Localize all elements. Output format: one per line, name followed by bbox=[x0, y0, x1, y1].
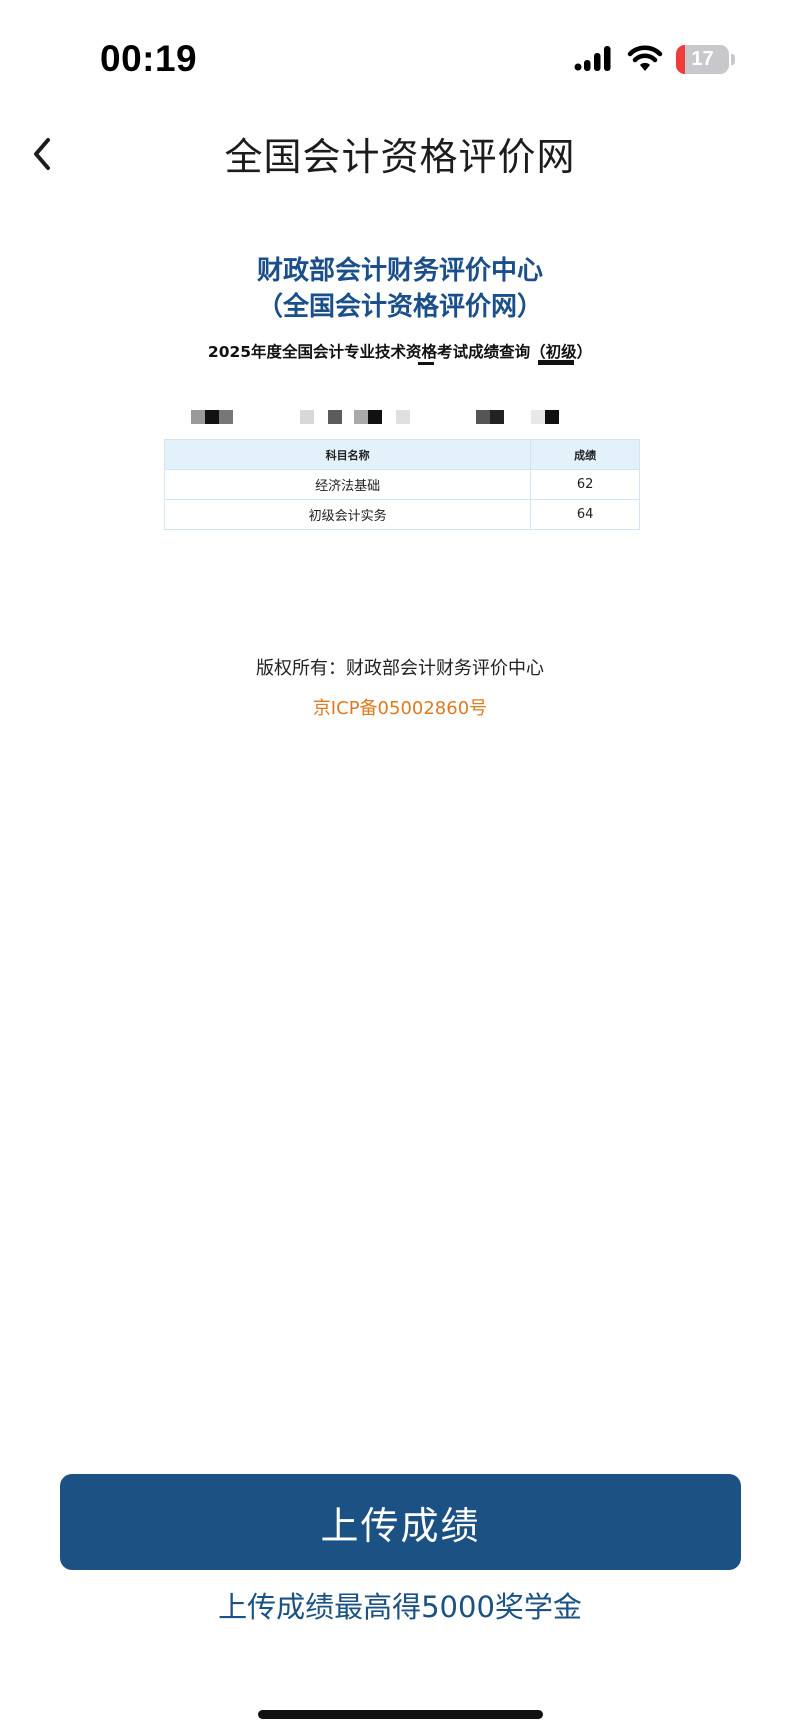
obscured-block bbox=[368, 410, 382, 424]
obscured-block bbox=[300, 410, 314, 424]
subject-cell: 经济法基础 bbox=[163, 469, 532, 500]
obscured-block bbox=[354, 410, 368, 424]
obscured-block bbox=[545, 410, 559, 424]
org-site-name: （全国会计资格评价网） bbox=[256, 292, 543, 322]
battery-level: 17 bbox=[691, 48, 714, 70]
score-cell: 64 bbox=[530, 499, 640, 530]
table-header-row: 科目名称 成绩 bbox=[163, 439, 640, 470]
status-bar: 00:19 17 bbox=[0, 0, 800, 120]
status-time: 00:19 bbox=[100, 38, 198, 79]
upload-score-button[interactable]: 上传成绩 bbox=[60, 1474, 741, 1570]
page-title: 全国会计资格评价网 bbox=[224, 135, 576, 179]
query-title: 2025年度全国会计专业技术资格考试成绩查询（初级） bbox=[207, 343, 593, 361]
obscured-block bbox=[219, 410, 233, 424]
icp-link[interactable]: 京ICP备05002860号 bbox=[0, 694, 800, 720]
obscured-block bbox=[476, 410, 490, 424]
home-indicator[interactable] bbox=[258, 1710, 543, 1719]
subject-cell: 初级会计实务 bbox=[163, 499, 532, 530]
org-name: 财政部会计财务评价中心 bbox=[256, 256, 543, 286]
obscured-block bbox=[531, 410, 545, 424]
wifi-icon bbox=[627, 45, 663, 71]
copyright-text: 版权所有：财政部会计财务评价中心 bbox=[256, 658, 544, 679]
score-table: 科目名称 成绩 经济法基础 62 初级会计实务 64 bbox=[163, 439, 640, 530]
obscured-block bbox=[396, 410, 410, 424]
signal-icon bbox=[574, 46, 611, 71]
obscured-block bbox=[490, 410, 504, 424]
score-cell: 62 bbox=[530, 469, 640, 500]
obscured-block bbox=[191, 410, 205, 424]
battery-cap bbox=[731, 54, 735, 65]
table-row: 经济法基础 62 bbox=[163, 469, 640, 500]
table-row: 初级会计实务 64 bbox=[163, 499, 640, 530]
obscured-block bbox=[205, 410, 219, 424]
column-header-score: 成绩 bbox=[530, 439, 640, 470]
obscured-block bbox=[328, 410, 342, 424]
battery-icon: 17 bbox=[676, 45, 729, 74]
redaction-mark bbox=[418, 362, 434, 365]
promo-text: 上传成绩最高得5000奖学金 bbox=[218, 1590, 582, 1624]
redaction-mark bbox=[538, 360, 574, 365]
screen: 00:19 17 全国会计资格评价网 财政部会计财务评价中心 （全国会计资格评价… bbox=[0, 0, 800, 1734]
column-header-subject: 科目名称 bbox=[163, 439, 532, 470]
